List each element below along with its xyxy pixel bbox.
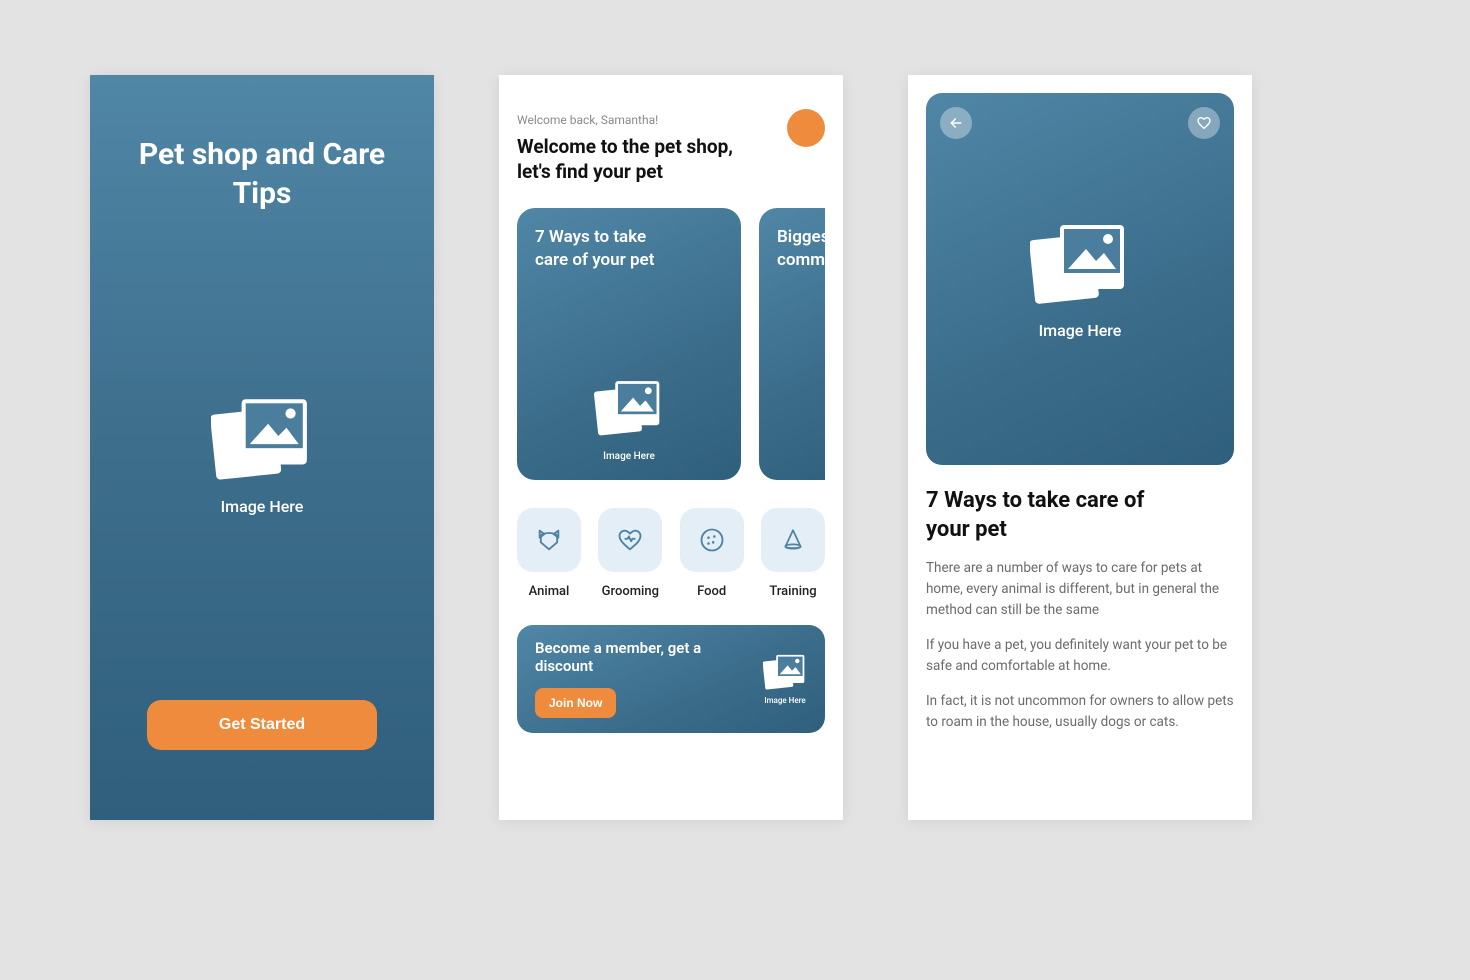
favorite-button[interactable]: [1188, 107, 1220, 139]
get-started-button[interactable]: Get Started: [147, 700, 377, 750]
cone-icon: [761, 508, 825, 572]
avatar[interactable]: [787, 109, 825, 147]
home-screen: Welcome back, Samantha! Welcome to the p…: [499, 75, 843, 820]
image-placeholder-label: Image Here: [221, 497, 304, 516]
article-paragraph: In fact, it is not uncommon for owners t…: [926, 691, 1234, 733]
greeting-heading: Welcome to the pet shop, let's find your…: [517, 135, 767, 184]
image-placeholder-icon: Image Here: [763, 652, 807, 705]
tip-card[interactable]: Biggest commu: [759, 208, 825, 480]
article-title: 7 Ways to take care of your pet: [926, 487, 1156, 544]
category-item-animal[interactable]: Animal: [517, 508, 581, 599]
onboarding-screen: Pet shop and Care Tips Image Here Get St…: [90, 75, 434, 820]
tip-card-title: Biggest commu: [777, 226, 825, 272]
category-row: Animal Grooming: [517, 508, 825, 599]
category-item-grooming[interactable]: Grooming: [598, 508, 662, 599]
heart-pulse-icon: [598, 508, 662, 572]
onboarding-title: Pet shop and Care Tips: [118, 135, 406, 213]
category-item-food[interactable]: Food: [680, 508, 744, 599]
image-placeholder-label: Image Here: [603, 451, 655, 462]
article-screen: Image Here 7 Ways to take care of your p…: [908, 75, 1252, 820]
category-label: Animal: [529, 584, 570, 599]
back-button[interactable]: [940, 107, 972, 139]
promo-banner: Become a member, get a discount Join Now…: [517, 625, 825, 733]
image-placeholder-icon: Image Here: [211, 393, 313, 516]
animal-icon: [517, 508, 581, 572]
article-hero: Image Here: [926, 93, 1234, 465]
tip-card[interactable]: 7 Ways to take care of your pet Image He…: [517, 208, 741, 480]
arrow-left-icon: [948, 115, 964, 131]
category-label: Food: [697, 584, 726, 599]
join-now-button[interactable]: Join Now: [535, 688, 616, 718]
article-paragraph: If you have a pet, you definitely want y…: [926, 635, 1234, 677]
category-label: Training: [769, 584, 816, 599]
promo-title: Become a member, get a discount: [535, 639, 763, 677]
article-paragraph: There are a number of ways to care for p…: [926, 558, 1234, 621]
image-placeholder-label: Image Here: [764, 696, 805, 705]
greeting-small: Welcome back, Samantha!: [517, 113, 767, 127]
category-item-training[interactable]: Training: [761, 508, 825, 599]
heart-icon: [1196, 115, 1212, 131]
image-placeholder-label: Image Here: [1039, 321, 1122, 340]
category-label: Grooming: [602, 584, 659, 599]
tip-card-row: 7 Ways to take care of your pet Image He…: [517, 208, 825, 480]
image-placeholder-icon: Image Here: [1030, 219, 1130, 340]
cookie-icon: [680, 508, 744, 572]
tip-card-title: 7 Ways to take care of your pet: [535, 226, 675, 272]
image-placeholder-icon: Image Here: [594, 377, 664, 462]
